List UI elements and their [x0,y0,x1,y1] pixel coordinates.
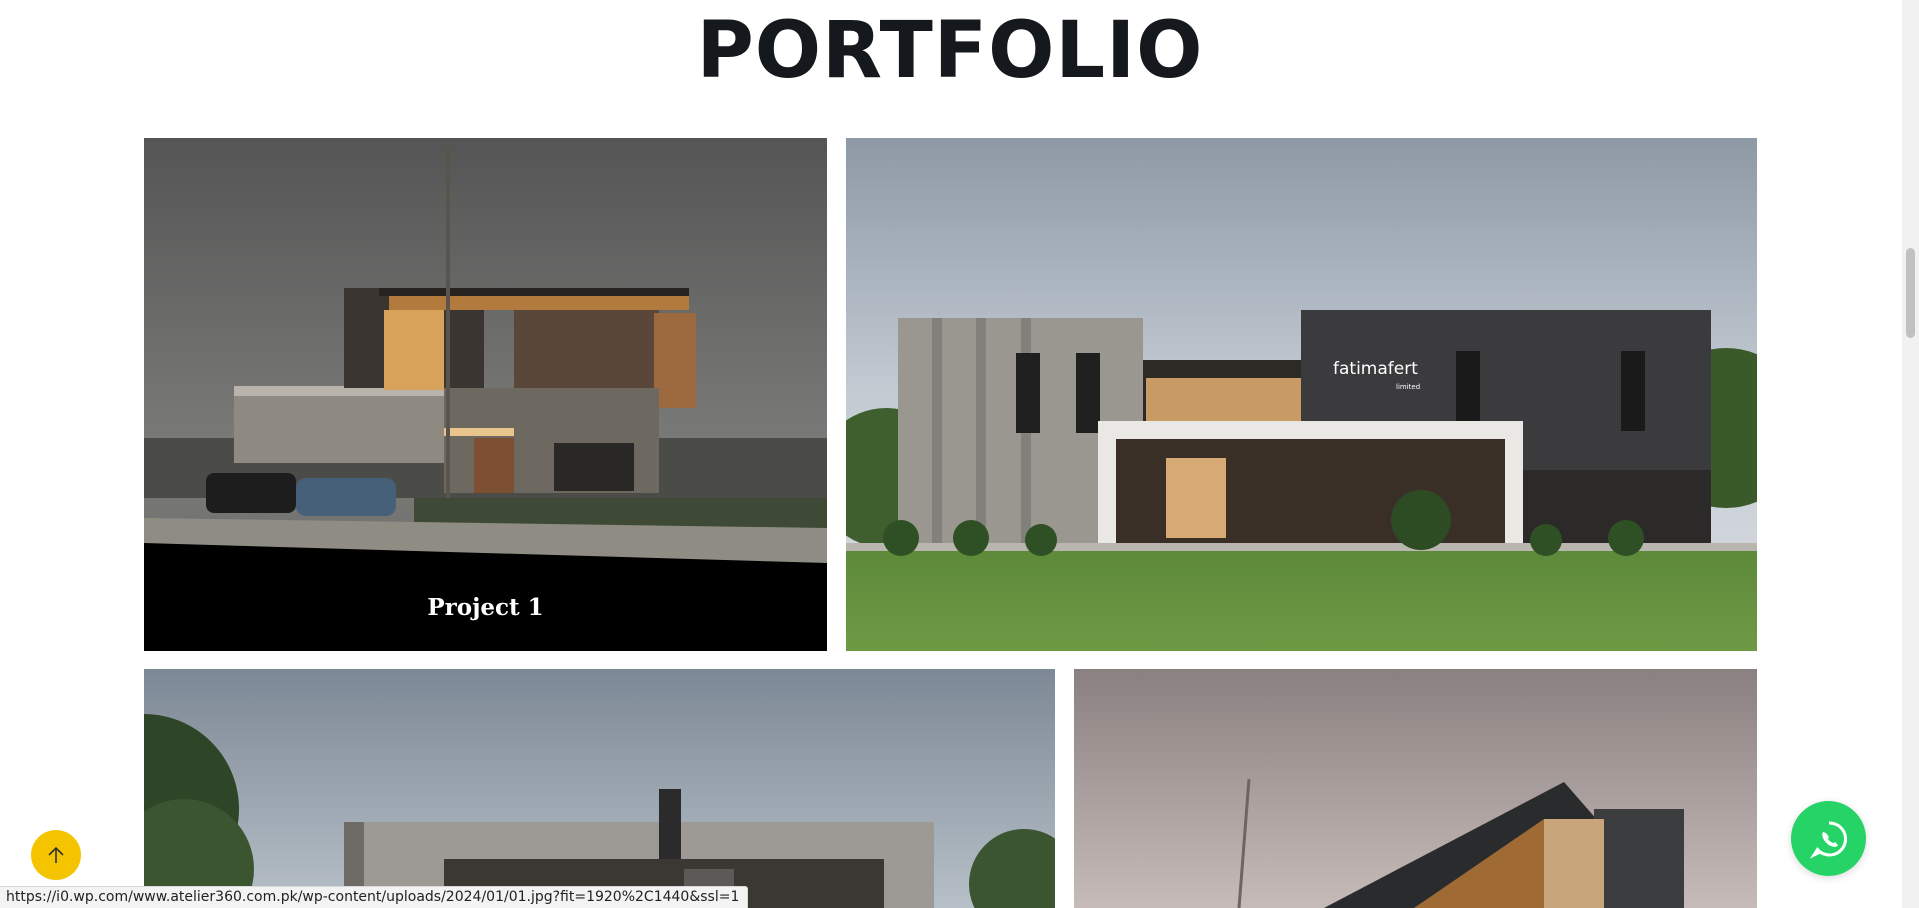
page-title: PORTFOLIO [696,6,1204,96]
project-2-image: fatimafert limited [846,138,1757,651]
portfolio-item-project-3[interactable] [144,669,1055,908]
project-1-caption: Project 1 [427,594,544,621]
portfolio-item-project-2[interactable]: fatimafert limited [846,138,1757,651]
whatsapp-button[interactable] [1791,801,1866,876]
portfolio-item-project-4[interactable] [1074,669,1757,908]
back-to-top-button[interactable] [31,830,81,880]
whatsapp-icon [1809,820,1847,859]
project-4-image [1074,669,1757,908]
portfolio-item-project-1[interactable]: Project 1 [144,138,827,651]
project-3-image [144,669,1055,908]
building-sign-subtext: limited [1396,383,1420,391]
scrollbar-thumb[interactable] [1906,248,1915,338]
project-1-image [144,138,827,651]
scrollbar[interactable] [1902,0,1919,908]
status-bar-url: https://i0.wp.com/www.atelier360.com.pk/… [0,886,749,908]
building-sign: fatimafert [1333,359,1418,379]
arrow-up-icon [48,846,64,863]
